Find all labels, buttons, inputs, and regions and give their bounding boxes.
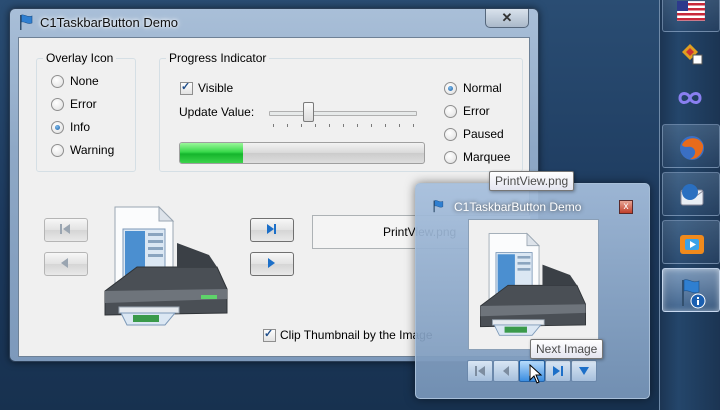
slider-tick [329,124,330,127]
update-value-slider-thumb[interactable] [302,102,314,122]
firefox-icon [680,136,704,160]
slider-tick [385,124,386,127]
slider-tick [413,124,414,127]
next-image-tooltip: Next Image [530,339,604,359]
progress-bar [179,142,425,164]
update-value-slider-track[interactable] [269,111,417,116]
next-icon [267,224,276,234]
clip-thumbnail-label: Clip Thumbnail by the Image [280,328,433,342]
thumb-last-button[interactable] [545,360,571,382]
preview-title: C1TaskbarButton Demo [454,200,582,214]
chevron-down-icon [579,367,589,375]
update-value-label: Update Value: [179,105,255,119]
close-button[interactable]: ✕ [485,9,529,28]
slider-tick [301,124,302,127]
radio-indicator[interactable] [51,75,64,88]
visible-checkbox[interactable] [180,80,193,95]
play-next-icon [268,258,275,268]
first-image-button[interactable] [44,218,88,242]
preview-close-button[interactable]: x [619,200,633,214]
filename-tooltip: PrintView.png [489,171,575,191]
radio-label: Error [70,97,97,111]
previous-icon [503,366,509,376]
last-image-button[interactable] [250,252,294,276]
thunderbird-icon [680,184,704,206]
taskbar-button-firefox[interactable] [662,124,720,168]
radio-label: Error [463,104,490,118]
taskbar-button-thunderbird[interactable] [662,172,720,216]
last-icon [553,366,563,376]
radio-label: Info [70,120,91,134]
taskbar-button-demo-app[interactable] [662,268,720,312]
slider-tick [273,124,274,127]
slider-tick [315,124,316,127]
media-player-icon [680,235,704,254]
visible-label: Visible [198,81,234,95]
slider-tick [287,124,288,127]
thumb-down-button[interactable] [571,360,597,382]
printer-thumbnail-image [480,232,586,336]
previous-image-button[interactable] [44,252,88,276]
radio-label: Warning [70,143,115,157]
first-icon [60,224,70,234]
clip-thumbnail-checkbox[interactable] [263,327,276,342]
taskbar-button-media[interactable] [662,220,720,264]
radio-indicator[interactable] [51,121,64,134]
radio-indicator[interactable] [444,82,457,95]
infinity-icon [678,92,702,104]
us-flag-icon [677,1,705,21]
first-icon [475,366,485,376]
window-title: C1TaskbarButton Demo [40,15,179,30]
radio-label: Paused [463,127,504,141]
overlay-icon-group: Overlay Icon None Error Info Warning [36,51,136,172]
taskbar-button-infinity[interactable] [662,76,718,118]
taskbar-button-flag[interactable] [662,0,720,32]
printer-image [104,205,228,326]
progress-indicator-legend: Progress Indicator [166,51,270,65]
mouse-cursor-icon [529,364,543,384]
radio-indicator[interactable] [444,105,457,118]
previous-icon [61,258,68,268]
taskbar-button-tools[interactable] [662,30,718,72]
thumb-first-button[interactable] [467,360,493,382]
progress-bar-fill [180,143,244,163]
radio-indicator[interactable] [444,151,457,164]
taskbar [659,0,720,410]
overlay-icon-legend: Overlay Icon [43,51,117,65]
slider-tick [343,124,344,127]
radio-indicator[interactable] [444,128,457,141]
slider-tick [357,124,358,127]
radio-indicator[interactable] [51,144,64,157]
radio-label: Marquee [463,150,511,164]
radio-label: Normal [463,81,502,95]
next-image-button[interactable] [250,218,294,242]
preview-thumbnail[interactable] [468,219,599,350]
thumb-previous-button[interactable] [493,360,519,382]
slider-tick [399,124,400,127]
radio-label: None [70,74,99,88]
radio-indicator[interactable] [51,98,64,111]
app-flag-icon [20,14,33,30]
slider-tick [371,124,372,127]
app-flag-icon [433,200,444,213]
tools-icon [682,44,703,65]
app-flag-info-icon [682,279,706,309]
